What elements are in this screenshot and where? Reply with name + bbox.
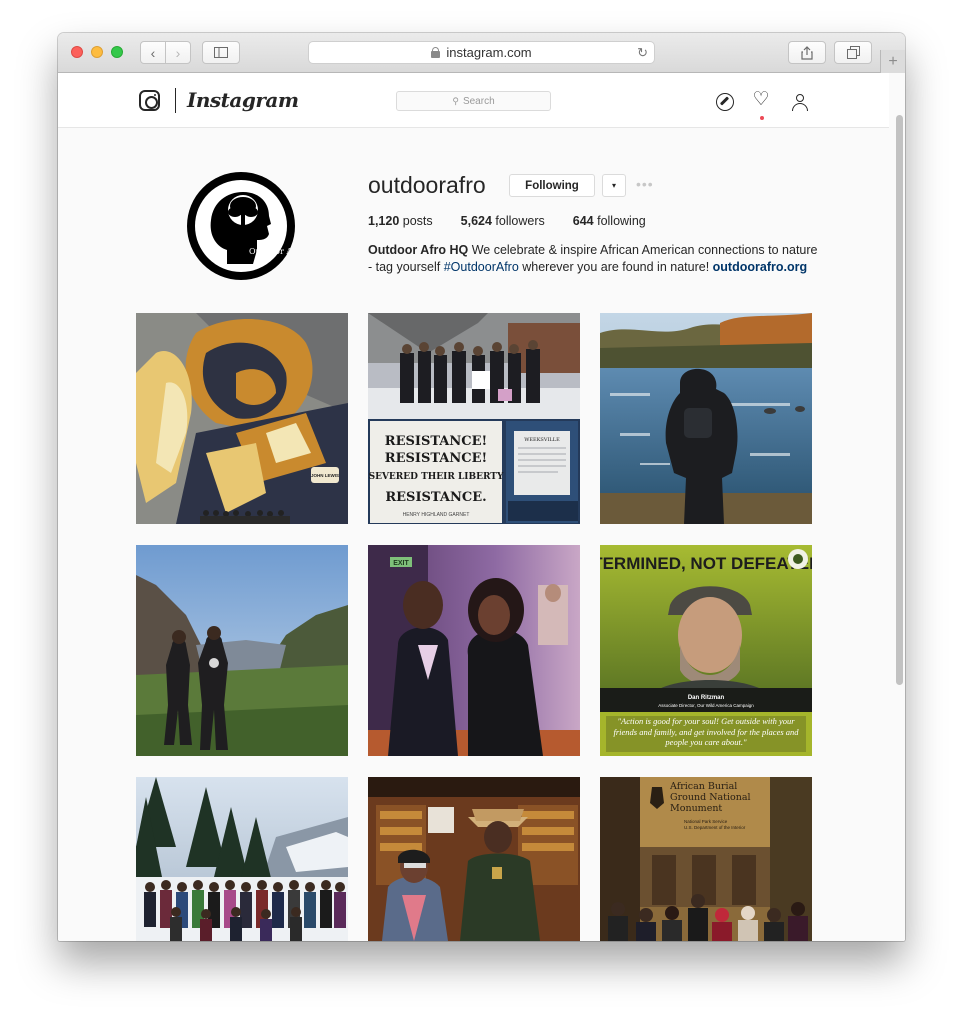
exit-sign: EXIT bbox=[393, 560, 409, 567]
search-icon: ⚲ bbox=[452, 95, 459, 106]
african-burial-ground-image: African Burial Ground National Monument … bbox=[600, 777, 812, 941]
determined-person-name: Dan Ritzman bbox=[688, 695, 725, 701]
profile-avatar[interactable]: OutDoor Afro bbox=[187, 172, 295, 280]
more-options-button[interactable]: ••• bbox=[636, 176, 654, 192]
resistance-headline: RESISTANCE! bbox=[385, 434, 487, 449]
instagram-wordmark[interactable]: Instagram bbox=[187, 88, 299, 112]
svg-text:SEVERED THEIR LIBERTY: SEVERED THEIR LIBERTY bbox=[369, 472, 504, 482]
logo-divider bbox=[175, 88, 176, 113]
ranger-visitor-image bbox=[368, 777, 580, 941]
search-input[interactable]: ⚲ Search bbox=[396, 91, 551, 111]
url-text: instagram.com bbox=[446, 45, 532, 60]
followers-count[interactable]: 5,624 followers bbox=[461, 214, 545, 228]
profile-bio: Outdoor Afro HQ We celebrate & inspire A… bbox=[368, 242, 818, 276]
determined-person-role: Associate Director, Our Wild America Cam… bbox=[658, 703, 754, 708]
sidebar-icon bbox=[214, 47, 228, 58]
suggestions-dropdown-button[interactable]: ▾ bbox=[602, 174, 626, 197]
post-thumbnail[interactable]: RESISTANCE! RESISTANCE! SEVERED THEIR LI… bbox=[368, 313, 580, 524]
chevron-left-icon: ‹ bbox=[150, 44, 156, 61]
show-tabs-button[interactable] bbox=[834, 41, 872, 64]
following-button[interactable]: Following bbox=[509, 174, 595, 197]
page-scrollbar[interactable] bbox=[896, 115, 903, 685]
minimize-window-button[interactable] bbox=[91, 46, 103, 58]
couple-event-image: EXIT bbox=[368, 545, 580, 756]
profile-person-icon[interactable] bbox=[791, 93, 809, 111]
tabs-icon bbox=[846, 46, 860, 59]
browser-window: ‹ › instagram.com ↻ + Instagram ⚲ Search bbox=[58, 33, 905, 941]
zoom-window-button[interactable] bbox=[111, 46, 123, 58]
notification-dot bbox=[760, 116, 764, 120]
svg-text:RESISTANCE.: RESISTANCE. bbox=[385, 490, 486, 505]
posts-count: 1,120 posts bbox=[368, 214, 433, 228]
snow-group-image bbox=[136, 777, 348, 941]
bio-text-2: wherever you are found in nature! bbox=[518, 260, 713, 274]
address-bar[interactable]: instagram.com ↻ bbox=[308, 41, 655, 64]
weeksville-sign: WEEKSVILLE bbox=[524, 437, 560, 443]
burial-ground-department: U.S. Department of the Interior bbox=[684, 825, 746, 830]
lock-icon bbox=[431, 47, 441, 58]
post-thumbnail[interactable] bbox=[600, 313, 812, 524]
post-thumbnail[interactable]: EXIT bbox=[368, 545, 580, 756]
forward-button[interactable]: › bbox=[165, 41, 191, 64]
river-hiker-image bbox=[600, 313, 812, 524]
avatar-logo-text: OutDoor Afro bbox=[249, 247, 295, 256]
post-thumbnail[interactable] bbox=[136, 545, 348, 756]
close-window-button[interactable] bbox=[71, 46, 83, 58]
share-icon bbox=[801, 45, 813, 60]
following-count[interactable]: 644 following bbox=[573, 214, 646, 228]
post-thumbnail[interactable] bbox=[136, 777, 348, 941]
instagram-camera-icon[interactable] bbox=[139, 90, 160, 111]
profile-username: outdoorafro bbox=[368, 172, 486, 198]
svg-text:RESISTANCE!: RESISTANCE! bbox=[385, 451, 487, 466]
post-thumbnail[interactable] bbox=[368, 777, 580, 941]
bio-hashtag-link[interactable]: #OutdoorAfro bbox=[444, 260, 519, 274]
sidebar-button[interactable] bbox=[202, 41, 240, 64]
caret-down-icon: ▾ bbox=[611, 181, 616, 190]
bio-website-link[interactable]: outdoorafro.org bbox=[713, 260, 807, 274]
page-content: Instagram ⚲ Search ♡ OutDoor Afro bbox=[58, 73, 905, 941]
share-button[interactable] bbox=[788, 41, 826, 64]
determined-not-defeated-image: DETERMINED, NOT DEFEATED Dan Ritzman Ass… bbox=[600, 545, 812, 756]
post-thumbnail[interactable]: African Burial Ground National Monument … bbox=[600, 777, 812, 941]
post-thumbnail[interactable]: DETERMINED, NOT DEFEATED Dan Ritzman Ass… bbox=[600, 545, 812, 756]
mural-image: JOHN LEWIS bbox=[136, 313, 348, 524]
activity-heart-icon[interactable]: ♡ bbox=[752, 90, 770, 109]
determined-headline: DETERMINED, NOT DEFEATED bbox=[600, 554, 812, 573]
burial-ground-title: African Burial Ground National Monument bbox=[670, 781, 751, 814]
hikers-valley-image bbox=[136, 545, 348, 756]
instagram-header: Instagram ⚲ Search ♡ bbox=[58, 73, 889, 128]
back-button[interactable]: ‹ bbox=[140, 41, 166, 64]
browser-toolbar: ‹ › instagram.com ↻ + bbox=[58, 33, 905, 73]
profile-stats: 1,120 posts 5,624 followers 644 followin… bbox=[368, 214, 674, 228]
bio-name: Outdoor Afro HQ bbox=[368, 243, 469, 257]
chevron-right-icon: › bbox=[175, 44, 181, 61]
mural-badge-text: JOHN LEWIS bbox=[311, 473, 339, 478]
explore-compass-icon[interactable] bbox=[716, 93, 734, 111]
determined-quote: "Action is good for your soul! Get outsi… bbox=[613, 716, 799, 747]
new-tab-button[interactable]: + bbox=[880, 50, 905, 73]
burial-ground-agency: National Park Service bbox=[684, 819, 728, 824]
outdoor-afro-logo: OutDoor Afro bbox=[195, 180, 295, 272]
resistance-attribution: HENRY HIGHLAND GARNET bbox=[403, 512, 470, 518]
resistance-collage-image: RESISTANCE! RESISTANCE! SEVERED THEIR LI… bbox=[368, 313, 580, 524]
search-placeholder: Search bbox=[462, 95, 495, 107]
reload-icon[interactable]: ↻ bbox=[637, 45, 648, 61]
post-thumbnail[interactable]: JOHN LEWIS bbox=[136, 313, 348, 524]
